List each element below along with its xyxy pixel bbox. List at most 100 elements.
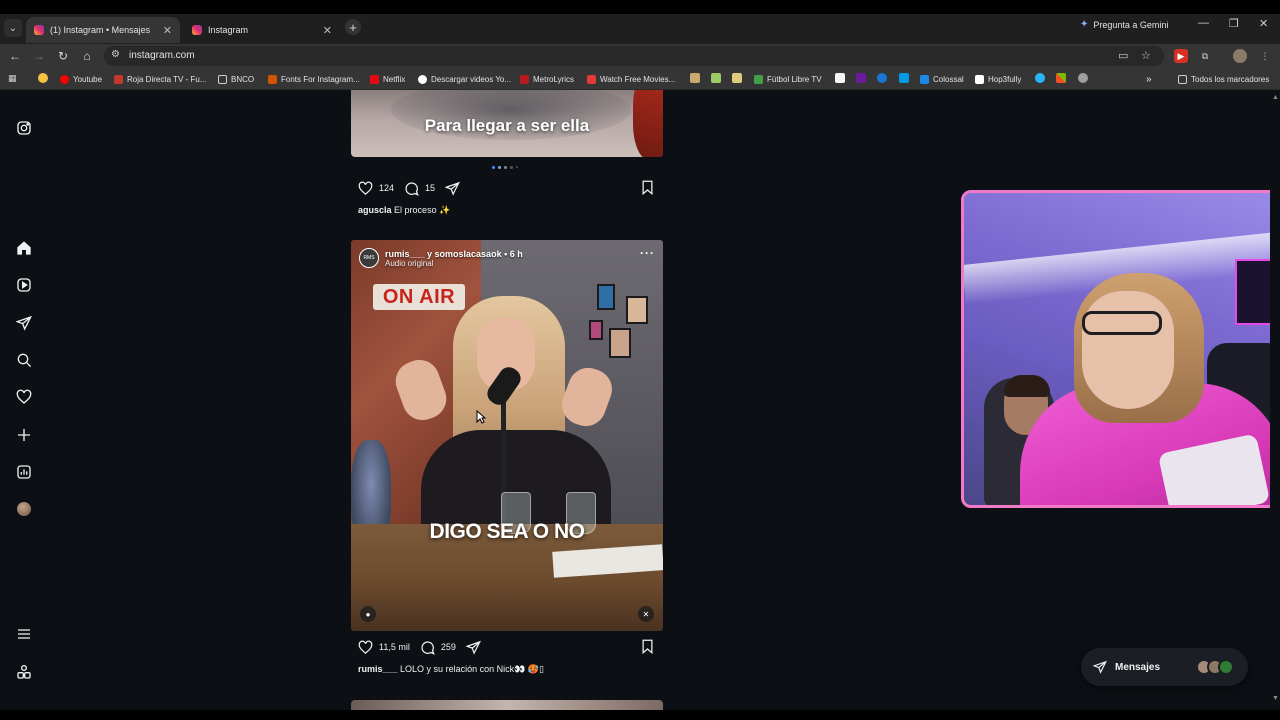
bookmark-roja-directa[interactable]: Roja Directa TV - Fu... — [114, 73, 206, 85]
tab-close-icon[interactable]: ✕ — [323, 24, 332, 37]
tab-instagram-messages[interactable]: (1) Instagram • Mensajes ✕ — [26, 17, 180, 43]
more-options-icon[interactable]: ··· — [640, 246, 655, 260]
post1-like-count[interactable]: 124 — [379, 183, 394, 193]
browser-menu-icon[interactable]: ⋮ — [1258, 49, 1272, 63]
send-icon — [1093, 660, 1107, 674]
instagram-icon[interactable] — [15, 119, 33, 137]
menu-icon[interactable] — [15, 625, 33, 643]
bookmark-futbol-libre[interactable]: Fútbol Libre TV — [754, 73, 822, 85]
post1-comment-count[interactable]: 15 — [425, 183, 435, 193]
folder-icon — [218, 74, 227, 84]
comment-icon[interactable] — [420, 640, 435, 655]
mute-icon[interactable]: ✕ — [638, 606, 654, 622]
bookmark-youtube[interactable]: Youtube — [60, 73, 102, 85]
post2-comment-count[interactable]: 259 — [441, 642, 456, 652]
youtube-icon — [60, 74, 69, 84]
post2-username[interactable]: rumis___ y somoslacasaok • 6 h — [385, 249, 523, 259]
plus-icon[interactable] — [15, 426, 33, 444]
address-bar[interactable]: ⚙ instagram.com ▭ ☆ — [104, 46, 1164, 66]
bookmark-icon[interactable] — [640, 639, 655, 654]
minimize-button[interactable]: — — [1198, 17, 1209, 29]
apps-grid-icon[interactable]: ▦ — [8, 73, 18, 83]
heart-icon[interactable] — [15, 388, 33, 406]
reels-icon[interactable] — [15, 276, 33, 294]
post2-reel-video[interactable]: ON AIR RMS rumis___ y somoslacasaok • 6 … — [351, 240, 663, 631]
microsoft-icon[interactable] — [1056, 73, 1066, 83]
carousel-dot — [504, 166, 507, 169]
post1-caption-user[interactable]: aguscla — [358, 205, 392, 215]
bookmark-colossal[interactable]: Colossal — [920, 73, 964, 85]
tab-instagram[interactable]: Instagram ✕ — [184, 17, 340, 43]
gemini-label: Pregunta a Gemini — [1093, 19, 1169, 30]
extension-red-icon[interactable]: ▶ — [1174, 49, 1188, 63]
comment-icon[interactable] — [404, 181, 419, 196]
dashboard-icon[interactable] — [15, 463, 33, 481]
scrollbar[interactable]: ▲ ▼ — [1270, 90, 1280, 720]
post2-like-count[interactable]: 11,5 mil — [379, 642, 410, 652]
bookmark-label: Hop3fully — [988, 74, 1022, 84]
home-icon[interactable] — [15, 239, 33, 257]
folder-icon — [1178, 74, 1187, 84]
bookmark-icon[interactable] — [640, 180, 655, 195]
emoji-bookmark-icon[interactable] — [38, 73, 48, 83]
forward-button[interactable]: → — [31, 48, 47, 64]
reload-button[interactable]: ↻ — [55, 48, 71, 64]
post1-media[interactable]: Para llegar a ser ella — [351, 90, 663, 157]
post1-caption-text: El proceso ✨ — [394, 205, 451, 215]
bookmark-label: Fútbol Libre TV — [767, 74, 822, 84]
bookmark-icon-7[interactable] — [899, 73, 909, 83]
extensions-puzzle-icon[interactable]: ⧉ — [1198, 49, 1212, 63]
bookmark-icon-1[interactable] — [690, 73, 700, 83]
bookmark-icon-5[interactable] — [856, 73, 866, 83]
bookmarks-overflow[interactable]: » — [1146, 73, 1152, 85]
restore-button[interactable]: ❐ — [1229, 17, 1239, 30]
bookmark-metrolyrics[interactable]: MetroLyrics — [520, 73, 574, 85]
bookmark-icon-9[interactable] — [1078, 73, 1088, 83]
site-info-icon[interactable]: ⚙ — [111, 49, 120, 60]
messages-button[interactable]: Mensajes — [1081, 648, 1248, 686]
fonts-icon — [268, 74, 277, 84]
bookmark-icon-2[interactable] — [711, 73, 721, 83]
bookmark-label: Descargar videos Yo... — [431, 74, 512, 84]
share-send-icon[interactable] — [445, 181, 461, 196]
home-button[interactable]: ⌂ — [79, 48, 95, 64]
bookmark-hop3fully[interactable]: Hop3fully — [975, 73, 1021, 85]
bookmark-fonts[interactable]: Fonts For Instagram... — [268, 73, 360, 85]
bookmark-icon-6[interactable] — [877, 73, 887, 83]
post1-overlay-text: Para llegar a ser ella — [424, 116, 590, 135]
bookmark-icon-3[interactable] — [732, 73, 742, 83]
cast-icon[interactable]: ▭ — [1118, 49, 1128, 62]
send-icon[interactable] — [15, 314, 33, 332]
bookmark-star-icon[interactable]: ☆ — [1141, 49, 1151, 62]
bookmark-icon-8[interactable] — [1035, 73, 1045, 83]
gemini-button[interactable]: ✦ Pregunta a Gemini — [1080, 19, 1168, 30]
like-heart-icon[interactable] — [358, 640, 373, 655]
post2-actions: 11,5 mil 259 — [358, 638, 481, 656]
new-tab-button[interactable]: + — [345, 19, 361, 35]
messages-label: Mensajes — [1115, 661, 1161, 673]
url-text: instagram.com — [129, 50, 195, 61]
post2-caption-user[interactable]: rumis___ — [358, 664, 398, 674]
scroll-down-icon[interactable]: ▼ — [1272, 695, 1279, 702]
bookmark-icon-4[interactable] — [835, 73, 845, 83]
tab-search-button[interactable]: ⌄ — [4, 19, 22, 37]
scroll-up-icon[interactable]: ▲ — [1272, 94, 1279, 101]
tag-user-icon[interactable]: ● — [360, 606, 376, 622]
close-window-button[interactable]: ✕ — [1259, 17, 1268, 30]
bookmark-watch-free-movies[interactable]: Watch Free Movies... — [587, 73, 675, 85]
profile-avatar[interactable] — [17, 502, 31, 516]
bookmark-bnco[interactable]: BNCO — [218, 73, 254, 85]
profile-avatar[interactable] — [1233, 49, 1247, 63]
wall-frame — [589, 320, 603, 340]
back-button[interactable]: ← — [7, 48, 23, 64]
post2-avatar[interactable]: RMS — [359, 248, 379, 268]
post2-audio-label[interactable]: Audio original — [385, 259, 523, 268]
all-bookmarks[interactable]: Todos los marcadores — [1178, 73, 1269, 85]
tab-close-icon[interactable]: ✕ — [163, 24, 172, 37]
meta-threads-icon[interactable] — [15, 663, 33, 681]
search-icon[interactable] — [15, 351, 33, 369]
share-send-icon[interactable] — [465, 640, 481, 655]
bookmark-descargar[interactable]: Descargar videos Yo... — [418, 73, 511, 85]
like-heart-icon[interactable] — [358, 181, 373, 196]
bookmark-netflix[interactable]: Netflix — [370, 73, 405, 85]
